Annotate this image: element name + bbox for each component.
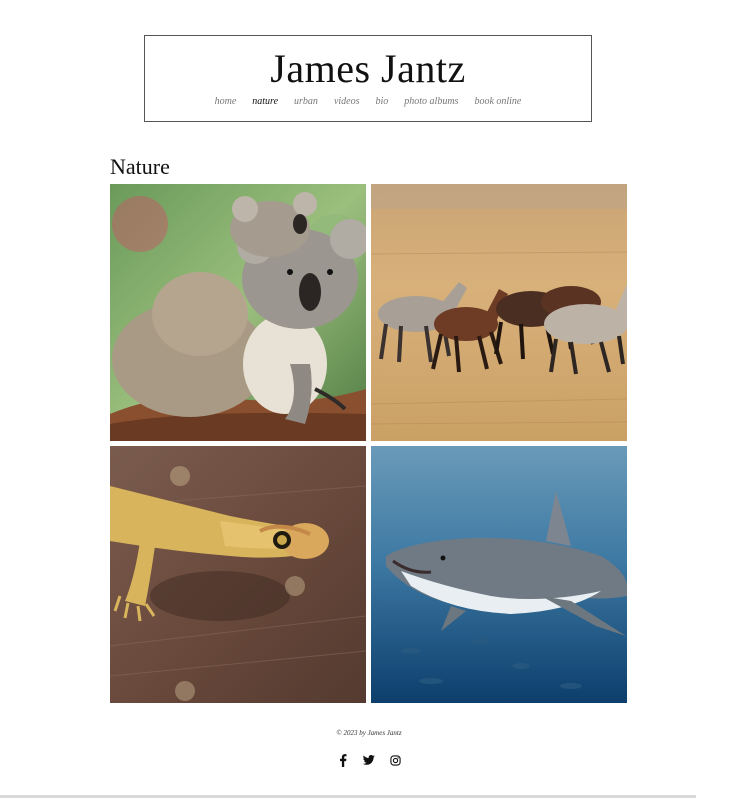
koala-photo (110, 184, 366, 441)
nav-item-videos[interactable]: videos (334, 96, 360, 107)
gallery-image-horses[interactable] (371, 184, 627, 441)
gecko-photo (110, 446, 366, 703)
copyright-text: © 2023 by James Jantz (336, 729, 402, 737)
shark-photo (371, 446, 627, 703)
social-links (0, 753, 738, 767)
site-header: James Jantz home nature urban videos bio… (144, 35, 592, 122)
nav-item-book-online[interactable]: book online (474, 96, 521, 107)
page: James Jantz home nature urban videos bio… (0, 0, 738, 800)
photo-gallery (110, 184, 627, 703)
nav-item-photo-albums[interactable]: photo albums (404, 96, 458, 107)
nav-item-urban[interactable]: urban (294, 96, 318, 107)
nav-item-home[interactable]: home (215, 96, 237, 107)
nav-item-bio[interactable]: bio (375, 96, 388, 107)
instagram-icon[interactable] (389, 753, 401, 767)
section-heading: Nature (110, 154, 170, 179)
bottom-divider (0, 795, 696, 798)
gallery-image-koala[interactable] (110, 184, 366, 441)
twitter-icon[interactable] (363, 753, 375, 767)
gallery-image-shark[interactable] (371, 446, 627, 703)
horses-photo (371, 184, 627, 441)
gallery-image-gecko[interactable] (110, 446, 366, 703)
facebook-icon[interactable] (337, 753, 349, 767)
main-nav: home nature urban videos bio photo album… (145, 96, 591, 107)
site-title[interactable]: James Jantz (145, 36, 591, 92)
nav-item-nature[interactable]: nature (252, 96, 278, 107)
